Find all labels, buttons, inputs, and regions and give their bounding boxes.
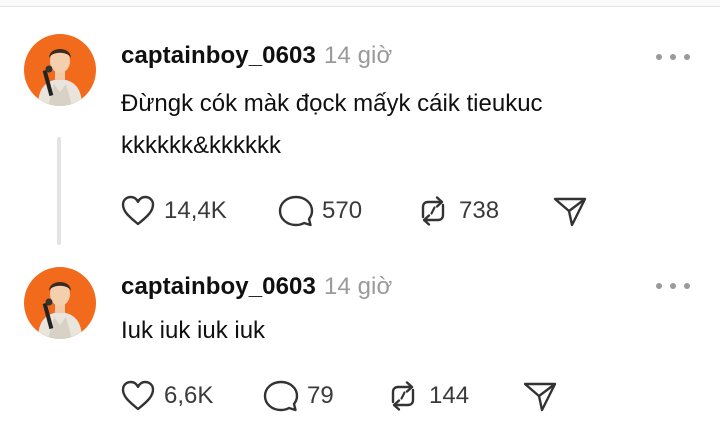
reply-count: 570: [322, 197, 363, 224]
avatar[interactable]: [24, 34, 96, 106]
repost-icon: [421, 196, 445, 226]
more-dots-icon[interactable]: [656, 281, 690, 291]
share-button[interactable]: [552, 193, 588, 229]
like-button[interactable]: 6,6K: [120, 378, 213, 414]
like-button[interactable]: 14,4K: [120, 193, 227, 229]
repost-button[interactable]: 738: [415, 193, 499, 229]
post-text-line: Đừngk cók màk đọck mấyk cáik tieukuc: [121, 90, 543, 117]
post-text: Đừngk cók màk đọck mấyk cáik tieukuc kkk…: [121, 83, 681, 167]
thread-connector-line: [57, 137, 61, 245]
top-divider: [0, 0, 720, 7]
like-count: 6,6K: [164, 382, 214, 409]
heart-icon: [121, 195, 155, 226]
send-icon: [523, 382, 557, 412]
post-text-line: Iuk iuk iuk iuk: [121, 317, 266, 344]
username-text[interactable]: captainboy_0603: [121, 273, 316, 300]
like-count: 14,4K: [164, 197, 227, 224]
post-time: 14 giờ: [323, 42, 393, 69]
share-button[interactable]: [522, 378, 558, 414]
post-actions: 14,4K 570 738: [120, 193, 600, 229]
post-actions: 6,6K 79 144: [120, 378, 600, 414]
reply-button[interactable]: 79: [263, 378, 334, 414]
comment-bubble-icon: [278, 195, 314, 227]
avatar-image: [24, 34, 96, 106]
avatar[interactable]: [24, 267, 96, 339]
repost-icon: [391, 381, 415, 411]
username[interactable]: captainboy_0603 14 giờ: [121, 42, 392, 70]
repost-button[interactable]: 144: [385, 378, 469, 414]
more-dots-icon[interactable]: [656, 52, 690, 62]
avatar-image: [24, 267, 96, 339]
username[interactable]: captainboy_0603 14 giờ: [121, 273, 392, 301]
post-time: 14 giờ: [323, 273, 393, 300]
post-text: Iuk iuk iuk iuk: [121, 310, 681, 352]
post-text-line: kkkkkk&kkkkkk: [121, 132, 282, 159]
reply-button[interactable]: 570: [278, 193, 362, 229]
heart-icon: [121, 380, 155, 411]
username-text[interactable]: captainboy_0603: [121, 42, 316, 69]
repost-count: 738: [459, 197, 500, 224]
reply-count: 79: [307, 382, 334, 409]
repost-count: 144: [429, 382, 470, 409]
comment-bubble-icon: [263, 380, 299, 412]
send-icon: [553, 197, 587, 227]
